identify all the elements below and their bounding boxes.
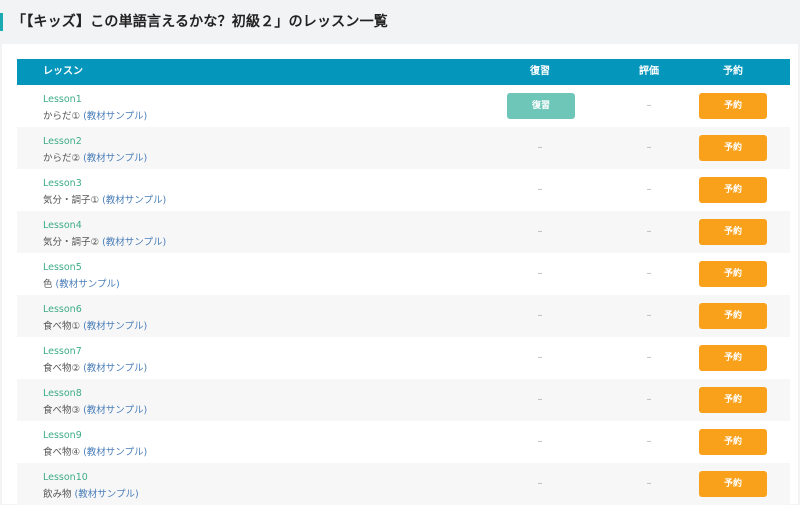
- rating-empty: –: [646, 352, 652, 363]
- lesson-topic: 気分・調子①: [43, 195, 100, 206]
- review-empty: –: [537, 268, 543, 279]
- lesson-topic: からだ②: [43, 153, 81, 164]
- table-row: Lesson3 気分・調子① (教材サンプル) – – 予約: [17, 169, 790, 211]
- lesson-description: 食べ物② (教材サンプル): [43, 360, 147, 374]
- header-review: 復習: [530, 66, 550, 77]
- lesson-link[interactable]: Lesson3: [43, 178, 82, 189]
- rating-empty: –: [646, 184, 652, 195]
- review-empty: –: [537, 394, 543, 405]
- lesson-link[interactable]: Lesson1: [43, 94, 82, 105]
- rating-empty: –: [646, 226, 652, 237]
- rating-empty: –: [646, 100, 652, 111]
- lesson-topic: 飲み物: [43, 489, 72, 500]
- review-empty: –: [537, 352, 543, 363]
- lesson-link[interactable]: Lesson7: [43, 346, 82, 357]
- reserve-button[interactable]: 予約: [699, 471, 767, 497]
- table-row: Lesson8 食べ物③ (教材サンプル) – – 予約: [17, 379, 790, 421]
- lesson-link[interactable]: Lesson6: [43, 304, 82, 315]
- rating-empty: –: [646, 310, 652, 321]
- lesson-description: 色 (教材サンプル): [43, 276, 120, 290]
- page-header: 「【キッズ】この単語言えるかな？初級２」のレッスン一覧: [0, 0, 800, 44]
- lesson-link[interactable]: Lesson2: [43, 136, 82, 147]
- header-reserve: 予約: [723, 66, 743, 77]
- title-accent-bar: [0, 13, 3, 31]
- rating-empty: –: [646, 436, 652, 447]
- lesson-link[interactable]: Lesson10: [43, 472, 88, 483]
- reserve-button[interactable]: 予約: [699, 261, 767, 287]
- review-empty: –: [537, 142, 543, 153]
- lesson-topic: 食べ物④: [43, 447, 81, 458]
- table-row: Lesson10 飲み物 (教材サンプル) – – 予約: [17, 463, 790, 505]
- table-row: Lesson2 からだ② (教材サンプル) – – 予約: [17, 127, 790, 169]
- table-body: Lesson1 からだ① (教材サンプル) 復習 – 予約 Lesson2 からだ② (教材…: [17, 85, 790, 505]
- table-row: Lesson6 食べ物① (教材サンプル) – – 予約: [17, 295, 790, 337]
- table-row: Lesson9 食べ物④ (教材サンプル) – – 予約: [17, 421, 790, 463]
- lesson-topic: 食べ物②: [43, 363, 81, 374]
- lesson-topic: からだ①: [43, 111, 81, 122]
- review-empty: –: [537, 478, 543, 489]
- review-empty: –: [537, 184, 543, 195]
- content-panel: レッスン 復習 評価 予約 Lesson1 からだ① (教材サンプル) 復習 – 予約 L…: [2, 44, 798, 505]
- reserve-button[interactable]: 予約: [699, 219, 767, 245]
- lesson-link[interactable]: Lesson5: [43, 262, 82, 273]
- lesson-topic: 食べ物③: [43, 405, 81, 416]
- sample-material-link[interactable]: (教材サンプル): [83, 363, 147, 374]
- table-row: Lesson5 色 (教材サンプル) – – 予約: [17, 253, 790, 295]
- sample-material-link[interactable]: (教材サンプル): [102, 195, 166, 206]
- sample-material-link[interactable]: (教材サンプル): [83, 153, 147, 164]
- rating-empty: –: [646, 394, 652, 405]
- lesson-table: レッスン 復習 評価 予約 Lesson1 からだ① (教材サンプル) 復習 – 予約 L…: [17, 59, 790, 505]
- sample-material-link[interactable]: (教材サンプル): [75, 489, 139, 500]
- sample-material-link[interactable]: (教材サンプル): [56, 279, 120, 290]
- sample-material-link[interactable]: (教材サンプル): [102, 237, 166, 248]
- sample-material-link[interactable]: (教材サンプル): [83, 321, 147, 332]
- header-lesson: レッスン: [43, 66, 83, 77]
- rating-empty: –: [646, 478, 652, 489]
- lesson-topic: 気分・調子②: [43, 237, 100, 248]
- lesson-description: 飲み物 (教材サンプル): [43, 486, 139, 500]
- table-row: Lesson4 気分・調子② (教材サンプル) – – 予約: [17, 211, 790, 253]
- review-empty: –: [537, 436, 543, 447]
- reserve-button[interactable]: 予約: [699, 429, 767, 455]
- sample-material-link[interactable]: (教材サンプル): [83, 447, 147, 458]
- lesson-link[interactable]: Lesson4: [43, 220, 82, 231]
- lesson-link[interactable]: Lesson8: [43, 388, 82, 399]
- lesson-link[interactable]: Lesson9: [43, 430, 82, 441]
- review-button[interactable]: 復習: [507, 93, 575, 119]
- lesson-description: からだ① (教材サンプル): [43, 108, 147, 122]
- reserve-button[interactable]: 予約: [699, 177, 767, 203]
- lesson-topic: 食べ物①: [43, 321, 81, 332]
- reserve-button[interactable]: 予約: [699, 135, 767, 161]
- reserve-button[interactable]: 予約: [699, 387, 767, 413]
- lesson-description: 食べ物① (教材サンプル): [43, 318, 147, 332]
- rating-empty: –: [646, 268, 652, 279]
- table-header: レッスン 復習 評価 予約: [17, 59, 790, 85]
- sample-material-link[interactable]: (教材サンプル): [83, 111, 147, 122]
- sample-material-link[interactable]: (教材サンプル): [83, 405, 147, 416]
- review-empty: –: [537, 226, 543, 237]
- lesson-description: からだ② (教材サンプル): [43, 150, 147, 164]
- reserve-button[interactable]: 予約: [699, 303, 767, 329]
- review-empty: –: [537, 310, 543, 321]
- lesson-description: 気分・調子① (教材サンプル): [43, 192, 166, 206]
- rating-empty: –: [646, 142, 652, 153]
- reserve-button[interactable]: 予約: [699, 93, 767, 119]
- lesson-description: 食べ物③ (教材サンプル): [43, 402, 147, 416]
- page-title: 「【キッズ】この単語言えるかな？初級２」のレッスン一覧: [12, 14, 388, 30]
- reserve-button[interactable]: 予約: [699, 345, 767, 371]
- lesson-description: 食べ物④ (教材サンプル): [43, 444, 147, 458]
- table-row: Lesson7 食べ物② (教材サンプル) – – 予約: [17, 337, 790, 379]
- lesson-topic: 色: [43, 279, 53, 290]
- header-rating: 評価: [639, 66, 659, 77]
- lesson-description: 気分・調子② (教材サンプル): [43, 234, 166, 248]
- table-row: Lesson1 からだ① (教材サンプル) 復習 – 予約: [17, 85, 790, 127]
